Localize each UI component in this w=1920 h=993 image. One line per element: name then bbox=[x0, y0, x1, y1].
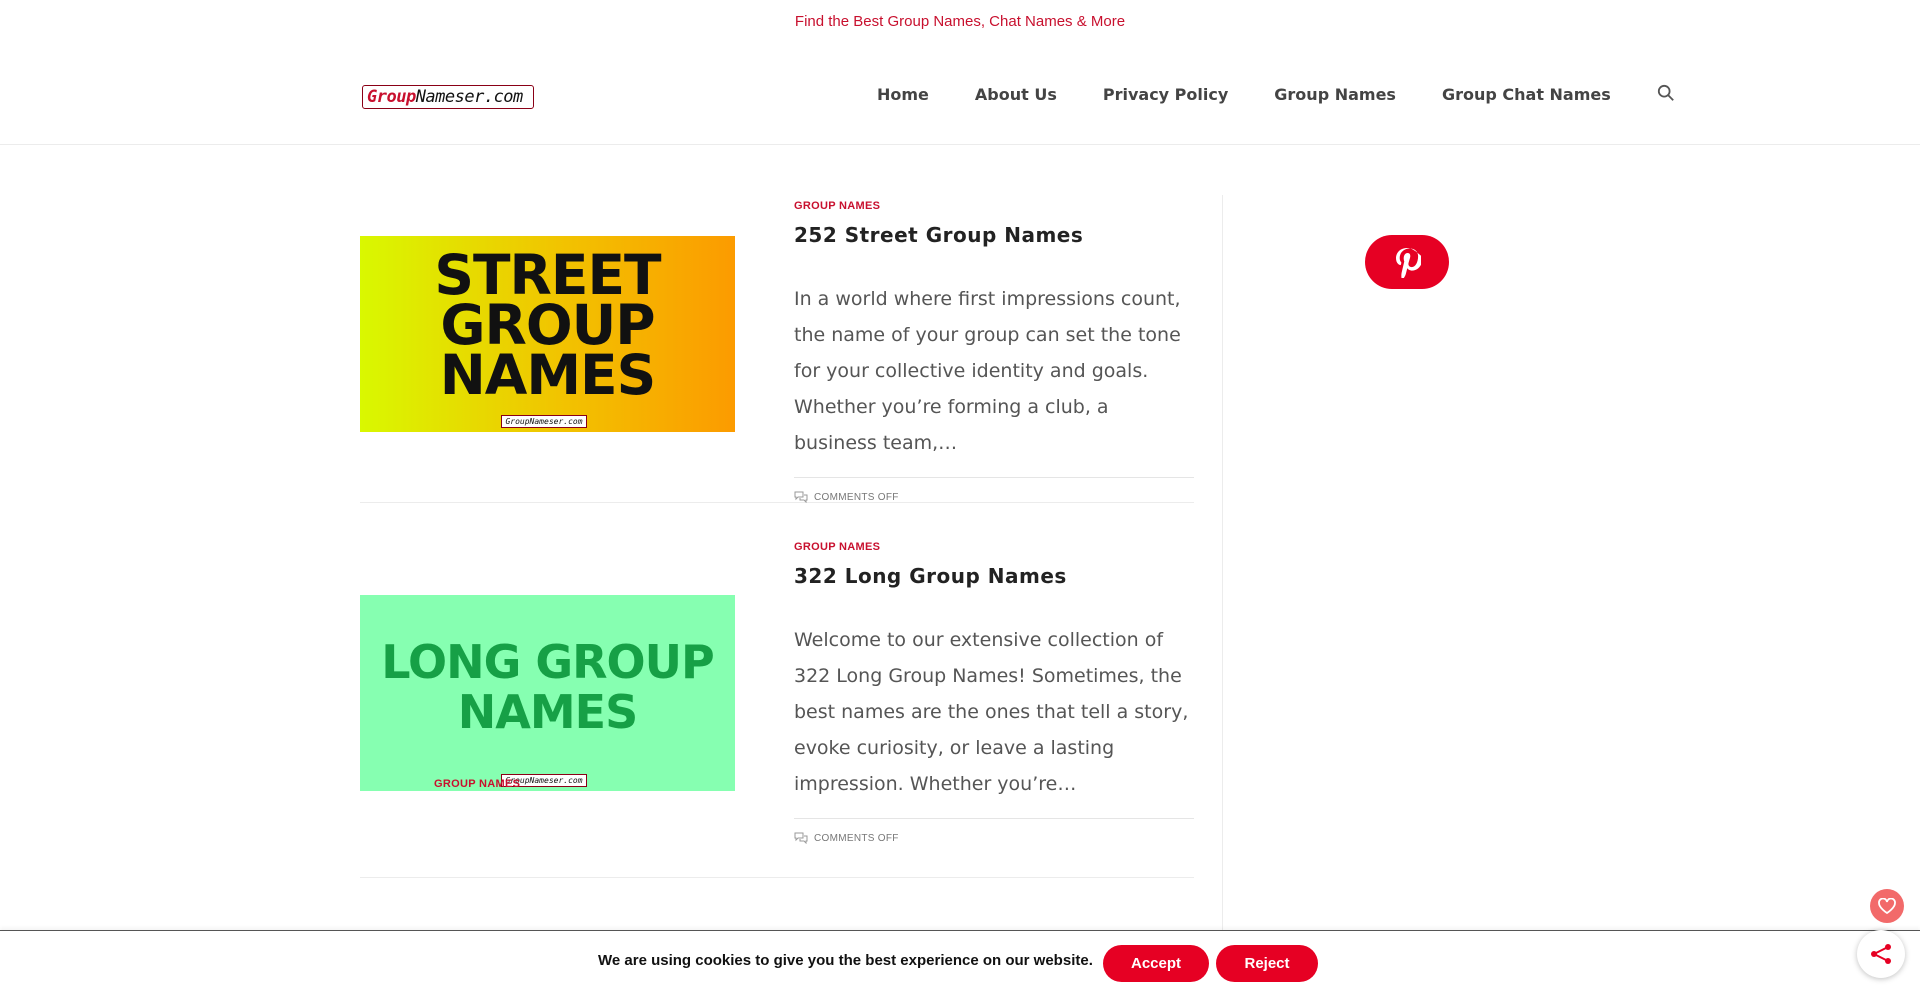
nav-home[interactable]: Home bbox=[877, 85, 929, 104]
search-icon[interactable] bbox=[1657, 84, 1677, 104]
site-header: GroupNameser.com Home About Us Privacy P… bbox=[0, 44, 1920, 145]
post-category[interactable]: GROUP NAMES bbox=[434, 778, 520, 790]
thumbnail-text: LONG GROUP NAMES bbox=[381, 635, 714, 739]
comments-status: COMMENTS OFF bbox=[814, 832, 899, 844]
main-nav: Home About Us Privacy Policy Group Names… bbox=[877, 84, 1677, 104]
post-thumbnail[interactable]: LONG GROUP NAMES GroupNameser.com bbox=[360, 595, 735, 791]
cookie-banner: We are using cookies to give you the bes… bbox=[0, 930, 1920, 993]
post-content: GROUP NAMES 322 Long Group Names Welcome… bbox=[794, 541, 1194, 844]
share-button[interactable] bbox=[1857, 930, 1905, 978]
nav-about-us[interactable]: About Us bbox=[975, 85, 1057, 104]
site-logo[interactable]: GroupNameser.com bbox=[362, 85, 534, 109]
thumbnail-watermark: GroupNameser.com bbox=[501, 415, 587, 428]
post-card: STREET GROUP NAMES GroupNameser.com GROUP … bbox=[360, 145, 1194, 503]
pinterest-icon bbox=[1396, 248, 1421, 278]
cookie-message: We are using cookies to give you the bes… bbox=[598, 952, 1093, 969]
comments-icon bbox=[794, 832, 808, 844]
pinterest-button[interactable] bbox=[1365, 235, 1449, 289]
top-bar: Find the Best Group Names, Chat Names & … bbox=[0, 0, 1920, 44]
favorite-button[interactable] bbox=[1870, 889, 1904, 923]
post-title[interactable]: 252 Street Group Names bbox=[794, 223, 1194, 247]
post-feed: STREET GROUP NAMES GroupNameser.com GROUP … bbox=[360, 145, 1194, 878]
comments-status: COMMENTS OFF bbox=[814, 491, 899, 503]
post-card: LONG GROUP NAMES GroupNameser.com GROUP N… bbox=[360, 503, 1194, 878]
logo-text: GroupNameser.com bbox=[367, 87, 523, 107]
post-content: GROUP NAMES 252 Street Group Names In a … bbox=[794, 200, 1194, 503]
post-meta: COMMENTS OFF bbox=[794, 477, 1194, 503]
comments-icon bbox=[794, 491, 808, 503]
post-category[interactable]: GROUP NAMES bbox=[794, 200, 1194, 212]
nav-group-chat-names[interactable]: Group Chat Names bbox=[1442, 85, 1611, 104]
reject-cookies-button[interactable]: Reject bbox=[1216, 945, 1318, 982]
share-icon bbox=[1871, 944, 1891, 964]
site-tagline: Find the Best Group Names, Chat Names & … bbox=[794, 13, 1126, 30]
nav-group-names[interactable]: Group Names bbox=[1274, 85, 1396, 104]
heart-icon bbox=[1878, 898, 1896, 914]
accept-cookies-button[interactable]: Accept bbox=[1103, 945, 1209, 982]
post-excerpt: Welcome to our extensive collection of 3… bbox=[794, 629, 1189, 795]
sidebar-divider bbox=[1222, 195, 1223, 993]
thumbnail-text: STREET GROUP NAMES bbox=[434, 243, 661, 407]
nav-privacy-policy[interactable]: Privacy Policy bbox=[1103, 85, 1228, 104]
post-excerpt: In a world where first impressions count… bbox=[794, 288, 1181, 454]
post-thumbnail[interactable]: STREET GROUP NAMES GroupNameser.com bbox=[360, 236, 735, 432]
post-meta: COMMENTS OFF bbox=[794, 818, 1194, 844]
post-title[interactable]: 322 Long Group Names bbox=[794, 564, 1194, 588]
post-category[interactable]: GROUP NAMES bbox=[794, 541, 1194, 553]
